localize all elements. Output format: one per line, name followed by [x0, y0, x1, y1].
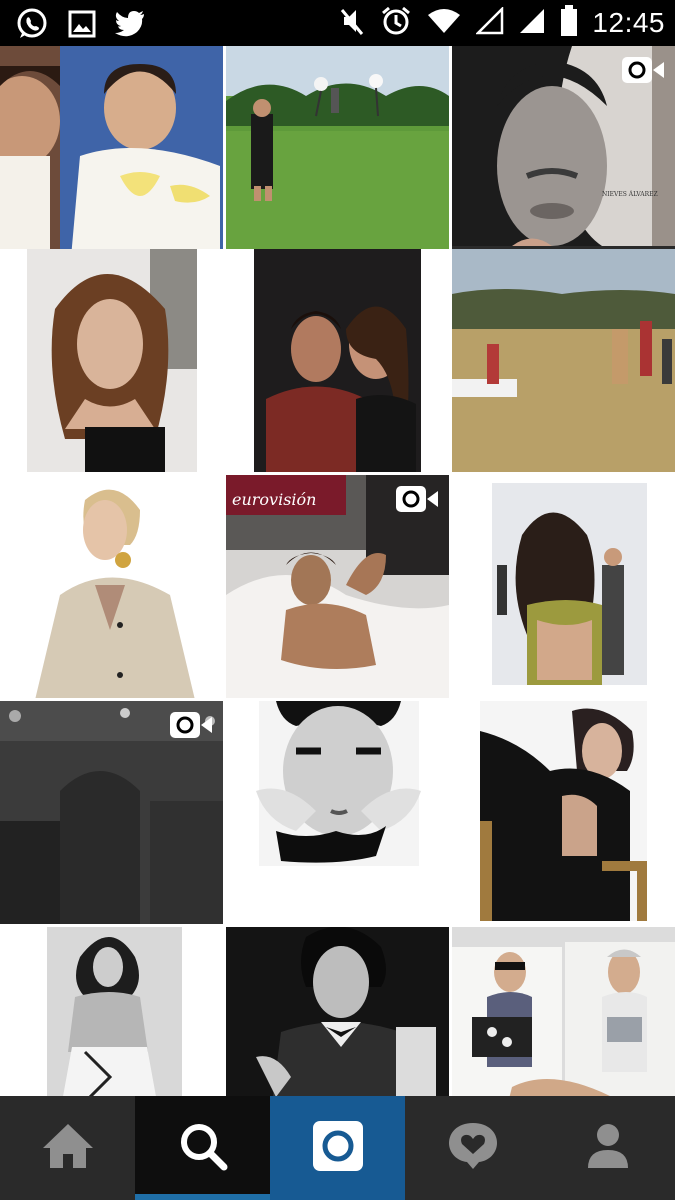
signal-icon — [475, 5, 504, 39]
grid-tile-2[interactable] — [226, 46, 449, 269]
clock: 12:45 — [592, 7, 665, 38]
mute-icon — [340, 6, 366, 40]
photo-thumbnail — [0, 249, 223, 472]
video-icon — [621, 56, 665, 84]
wifi-icon — [426, 7, 462, 39]
grid-tile-13[interactable] — [0, 927, 223, 1096]
photo-thumbnail — [452, 927, 675, 1096]
twitter-icon — [114, 10, 146, 42]
photo-thumbnail — [0, 46, 223, 269]
nav-camera[interactable] — [270, 1096, 405, 1200]
video-icon — [395, 485, 439, 513]
book-caption: NIEVES ÁLVAREZ — [602, 191, 658, 198]
grid-tile-9[interactable] — [452, 475, 675, 698]
gallery-icon — [68, 10, 96, 42]
nav-home[interactable] — [0, 1096, 135, 1200]
bottom-navigation — [0, 1096, 675, 1200]
photo-thumbnail — [452, 475, 675, 698]
grid-tile-4[interactable] — [0, 249, 223, 472]
explore-grid: NIEVES ÁLVAREZ eurovisión — [0, 46, 675, 1096]
grid-tile-12[interactable] — [452, 701, 675, 924]
photo-thumbnail — [0, 927, 223, 1096]
status-bar: 12:45 — [0, 0, 675, 46]
grid-tile-1[interactable] — [0, 46, 223, 269]
whatsapp-icon — [14, 7, 50, 45]
home-icon — [41, 1122, 95, 1174]
grid-tile-14[interactable] — [226, 927, 449, 1096]
video-icon — [169, 711, 213, 739]
magazine-title: eurovisión — [232, 490, 316, 509]
grid-tile-6[interactable] — [452, 249, 675, 472]
grid-tile-10[interactable] — [0, 701, 223, 924]
nav-activity[interactable] — [405, 1096, 540, 1200]
grid-tile-8[interactable]: eurovisión — [226, 475, 449, 698]
cell-signal-icon — [518, 7, 546, 39]
grid-tile-3[interactable]: NIEVES ÁLVAREZ — [452, 46, 675, 269]
camera-icon — [312, 1120, 364, 1176]
nav-explore[interactable] — [135, 1096, 270, 1200]
alarm-icon — [380, 5, 412, 41]
grid-tile-5[interactable] — [226, 249, 449, 472]
nav-profile[interactable] — [540, 1096, 675, 1200]
photo-thumbnail — [0, 475, 223, 698]
grid-tile-11[interactable] — [226, 701, 449, 924]
photo-thumbnail — [226, 927, 449, 1096]
photo-thumbnail — [226, 249, 449, 472]
grid-tile-15[interactable] — [452, 927, 675, 1096]
photo-thumbnail — [452, 701, 675, 924]
heart-bubble-icon — [447, 1121, 499, 1175]
photo-thumbnail — [452, 249, 675, 472]
grid-tile-7[interactable] — [0, 475, 223, 698]
photo-thumbnail — [226, 701, 449, 924]
person-icon — [586, 1122, 630, 1174]
battery-icon — [560, 5, 578, 41]
photo-thumbnail — [226, 46, 449, 269]
search-icon — [178, 1121, 228, 1175]
